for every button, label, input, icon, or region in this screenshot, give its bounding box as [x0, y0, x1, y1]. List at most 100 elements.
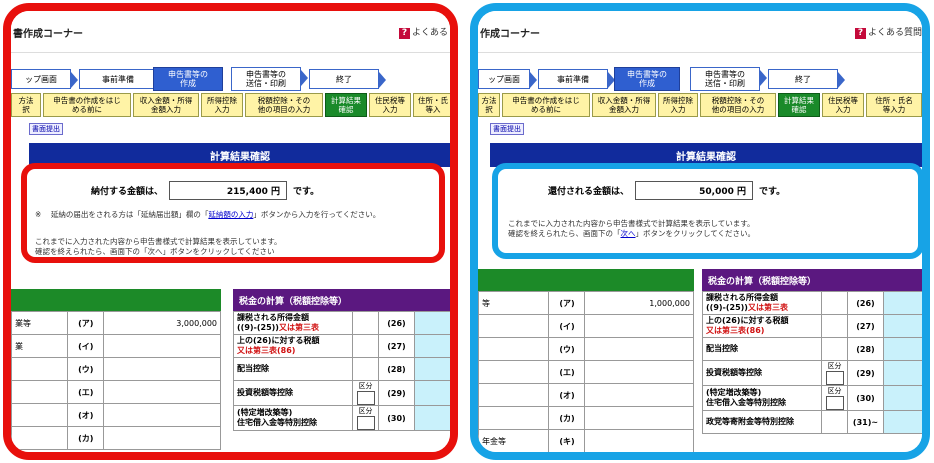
tax-row-label: 上の(26)に対する税額 又は第三表(86): [702, 314, 822, 338]
tab-deduction[interactable]: 所得控除 入力: [201, 93, 243, 117]
paper-submit-button[interactable]: 書面提出: [490, 123, 524, 135]
row-value: 3,000,000: [103, 311, 221, 335]
step-top[interactable]: ップ画面: [11, 69, 78, 89]
tab-method[interactable]: 方法 択: [478, 93, 500, 117]
amount-suffix: です。: [759, 187, 786, 197]
kubun-input[interactable]: [356, 391, 375, 405]
table-row: (ウ): [478, 337, 694, 361]
row-label: [478, 406, 550, 430]
row-code: (イ): [67, 334, 105, 358]
tax-row-label: 配当控除: [702, 337, 822, 361]
tax-row-code: (27): [378, 334, 415, 358]
step-create[interactable]: 申告書等の 作成: [614, 67, 680, 91]
tab-address[interactable]: 住所・氏 等入: [413, 93, 450, 117]
kubun-input[interactable]: [825, 371, 844, 385]
faq-link[interactable]: ? よくある: [398, 25, 448, 39]
income-section-bar: [11, 289, 221, 311]
faq-link[interactable]: ? よくある質問: [854, 25, 922, 39]
table-row: (特定増改築等) 住宅借入金等特別控除 区分 (30): [702, 385, 922, 411]
tax-calc-heading: 税金の計算（税額控除等）: [702, 269, 922, 291]
tab-income[interactable]: 収入金額・所得 金額入力: [592, 93, 656, 117]
tax-row-code: (30): [847, 385, 884, 411]
amount-row: 還付される金額は、 50,000 円 です。: [548, 181, 785, 200]
row-value: [584, 337, 694, 361]
step-preparation[interactable]: 事前準備: [538, 69, 615, 89]
tab-result[interactable]: 計算結果 確認: [325, 93, 367, 117]
row-label: [11, 426, 69, 450]
tax-row-label: 配当控除: [233, 357, 353, 381]
row-label: [478, 383, 550, 407]
step-preparation[interactable]: 事前準備: [79, 69, 164, 89]
tab-method[interactable]: 方法 択: [11, 93, 41, 117]
extension-input-button[interactable]: 延納額の入力: [208, 210, 253, 219]
table-row: 課税される所得金額 ((9)-(25))又は第三表 (26): [233, 311, 450, 335]
row-label: [478, 337, 550, 361]
kubun-cell: [821, 410, 848, 434]
kubun-input[interactable]: [825, 396, 844, 410]
row-value: [103, 426, 221, 450]
tax-table: 課税される所得金額 ((9)-(25))又は第三表 (26) 上の(26)に対する税…: [702, 291, 922, 434]
tax-table: 課税される所得金額 ((9)-(25))又は第三表 (26) 上の(26)に対する税…: [233, 311, 450, 431]
tab-tax-credit[interactable]: 税額控除・その 他の項目の入力: [700, 93, 776, 117]
table-row: 投資税額等控除 区分 (29): [233, 380, 450, 406]
left-panel-payment: 書作成コーナー ? よくある ップ画面 事前準備 申告書等の 作成 申告書等の 送…: [3, 3, 458, 460]
tab-before-start[interactable]: 申告書の作成をはじ める前に: [502, 93, 590, 117]
tab-resident-tax[interactable]: 住民税等 入力: [369, 93, 411, 117]
table-row: (ウ): [11, 357, 221, 381]
table-row: 業等 (ア) 3,000,000: [11, 311, 221, 335]
row-code: (キ): [548, 429, 586, 452]
income-table: 等 (ア) 1,000,000 (イ) (ウ) (エ) (オ) (カ) 年金等 (キ): [478, 291, 694, 452]
row-value: [103, 403, 221, 427]
tab-income[interactable]: 収入金額・所得 金額入力: [133, 93, 199, 117]
tax-row-value: [883, 337, 922, 361]
help-icon: ?: [398, 28, 410, 39]
step-finish[interactable]: 終了: [309, 69, 386, 89]
tab-result[interactable]: 計算結果 確認: [778, 93, 820, 117]
app-title: 書作成コーナー: [13, 29, 83, 40]
tax-row-value: [883, 291, 922, 315]
step-send-print[interactable]: 申告書等の 送信・印刷: [231, 67, 308, 91]
income-table: 業等 (ア) 3,000,000 業 (イ) (ウ) (エ) (オ) (カ): [11, 311, 221, 450]
kubun-input[interactable]: [356, 416, 375, 430]
table-row: 等 (ア) 1,000,000: [478, 291, 694, 315]
row-label: [478, 314, 550, 338]
row-value: [584, 360, 694, 384]
row-code: (イ): [548, 314, 586, 338]
tab-resident-tax[interactable]: 住民税等 入力: [822, 93, 864, 117]
row-code: (ア): [548, 291, 586, 315]
kubun-cell: [821, 291, 848, 315]
kubun-cell: [821, 314, 848, 338]
amount-highlight: 納付する金額は、 215,400 円 です。 ※ 延納の届出をされる方は「延納届…: [21, 163, 445, 263]
tab-deduction[interactable]: 所得控除 入力: [658, 93, 698, 117]
tax-row-label: 投資税額等控除: [233, 380, 353, 406]
table-row: 課税される所得金額 ((9)-(25))又は第三表 (26): [702, 291, 922, 315]
tax-row-value: [414, 311, 450, 335]
tab-tax-credit[interactable]: 税額控除・その 他の項目の入力: [245, 93, 323, 117]
paper-submit-button[interactable]: 書面提出: [29, 123, 63, 135]
tax-row-value: [883, 314, 922, 338]
tax-row-label: 課税される所得金額 ((9)-(25))又は第三表: [702, 291, 822, 315]
section-tabs: 方法 択 申告書の作成をはじ める前に 収入金額・所得 金額入力 所得控除 入力…: [478, 93, 922, 119]
next-link[interactable]: 次へ: [621, 229, 636, 238]
step-create[interactable]: 申告書等の 作成: [153, 67, 223, 91]
tax-row-code: (28): [378, 357, 415, 381]
row-code: (カ): [548, 406, 586, 430]
right-panel-refund: 作成コーナー ? よくある質問 ップ画面 事前準備 申告書等の 作成 申告書等の …: [470, 3, 930, 460]
result-message: これまでに入力された内容から申告書様式で計算結果を表示しています。 確認を終えら…: [35, 237, 282, 256]
kubun-cell: [352, 334, 379, 358]
kubun-cell: 区分: [352, 380, 379, 406]
row-code: (オ): [67, 403, 105, 427]
tax-row-value: [883, 410, 922, 434]
result-message: これまでに入力された内容から申告書様式で計算結果を表示しています。 確認を終えら…: [508, 219, 756, 238]
kubun-cell: [821, 337, 848, 361]
row-code: (ア): [67, 311, 105, 335]
tax-row-code: (31)~: [847, 410, 884, 434]
step-top[interactable]: ップ画面: [478, 69, 537, 89]
step-finish[interactable]: 終了: [768, 69, 845, 89]
kubun-cell: [352, 357, 379, 381]
step-send-print[interactable]: 申告書等の 送信・印刷: [690, 67, 767, 91]
table-row: 政党等寄附金等特別控除 (31)~: [702, 410, 922, 434]
tab-before-start[interactable]: 申告書の作成をはじ める前に: [43, 93, 131, 117]
row-label: 業等: [11, 311, 69, 335]
tab-address[interactable]: 住所・氏名 等入力: [866, 93, 922, 117]
